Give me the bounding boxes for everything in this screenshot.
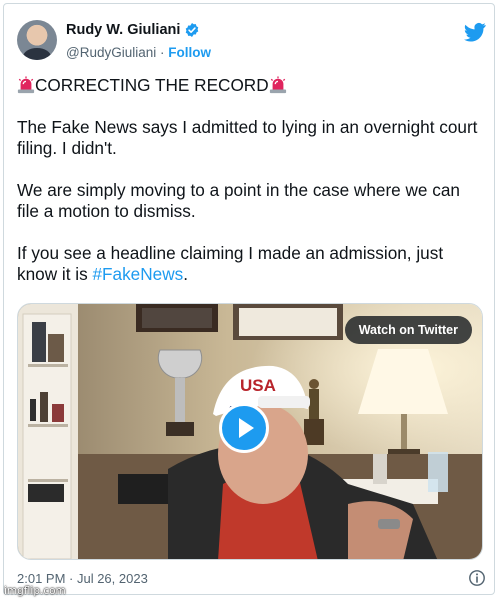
play-button[interactable] xyxy=(219,403,269,453)
author-handle-row: @RudyGiuliani · Follow xyxy=(66,45,211,60)
tweet-headline: CORRECTING THE RECORD xyxy=(35,75,269,95)
play-icon xyxy=(238,418,254,438)
author-handle[interactable]: @RudyGiuliani xyxy=(66,45,156,60)
tweet-paragraph-2: We are simply moving to a point in the c… xyxy=(17,180,460,221)
author-name[interactable]: Rudy W. Giuliani xyxy=(66,22,180,38)
police-light-emoji-icon xyxy=(17,76,35,94)
tweet-paragraph-1: The Fake News says I admitted to lying i… xyxy=(17,117,478,158)
police-light-emoji-icon xyxy=(269,76,286,94)
cap-text: USA xyxy=(240,376,276,395)
tweet-paragraph-3-text: If you see a headline claiming I made an… xyxy=(17,243,444,284)
hashtag-link[interactable]: #FakeNews xyxy=(92,264,183,284)
follow-link[interactable]: Follow xyxy=(168,45,211,60)
tweet-paragraph-3-end: . xyxy=(183,264,188,284)
tweet-paragraph-3: If you see a headline claiming I made an… xyxy=(17,243,483,285)
video-thumbnail[interactable]: USA 45 Watch on Twitter xyxy=(17,303,483,560)
avatar[interactable] xyxy=(17,20,57,60)
twitter-bird-icon[interactable] xyxy=(464,22,486,42)
tweet-line-1: CORRECTING THE RECORD xyxy=(17,75,483,96)
info-icon[interactable] xyxy=(468,569,486,587)
tweet-text: CORRECTING THE RECORD The Fake News says… xyxy=(17,75,483,306)
author-name-row[interactable]: Rudy W. Giuliani xyxy=(66,22,200,38)
watermark: imgflip.com xyxy=(4,585,66,597)
separator-dot: · xyxy=(160,45,165,60)
watch-on-twitter-button[interactable]: Watch on Twitter xyxy=(344,316,472,344)
tweet-timestamp[interactable]: 2:01 PM · Jul 26, 2023 xyxy=(17,571,148,586)
verified-badge-icon xyxy=(186,23,199,37)
